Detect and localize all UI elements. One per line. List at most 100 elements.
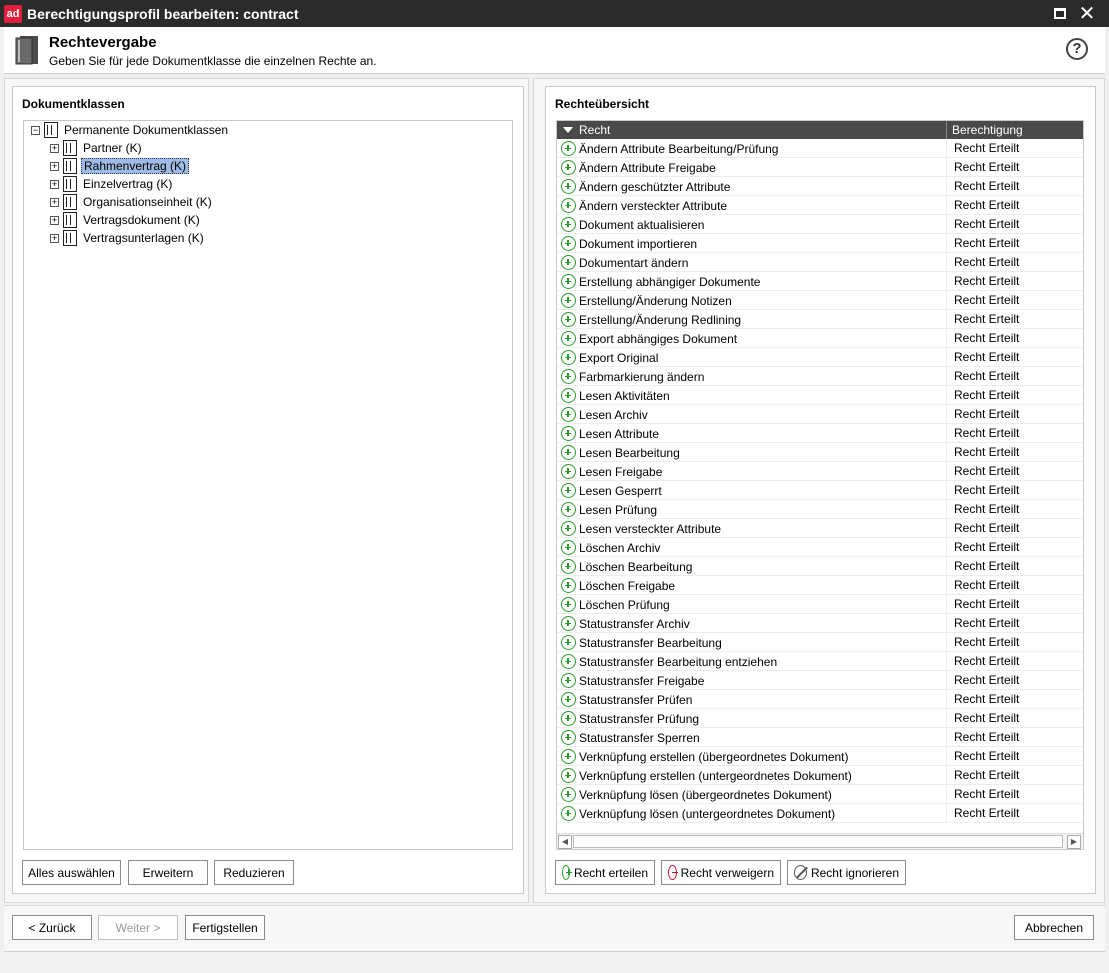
recht-cell[interactable]: Löschen Freigabe: [557, 576, 946, 595]
tree-item-vertragsunterlagen[interactable]: + Vertragsunterlagen (K): [50, 229, 206, 247]
berechtigung-cell[interactable]: Recht Erteilt: [946, 785, 1083, 804]
recht-cell[interactable]: Statustransfer Sperren: [557, 728, 946, 747]
recht-cell[interactable]: Statustransfer Bearbeitung entziehen: [557, 652, 946, 671]
table-row[interactable]: Export Original Recht Erteilt: [557, 348, 1083, 367]
table-row[interactable]: Lesen Bearbeitung Recht Erteilt: [557, 443, 1083, 462]
berechtigung-cell[interactable]: Recht Erteilt: [946, 538, 1083, 557]
table-row[interactable]: Erstellung abhängiger Dokumente Recht Ert…: [557, 272, 1083, 291]
expand-icon[interactable]: +: [50, 197, 59, 207]
recht-cell[interactable]: Dokumentart ändern: [557, 253, 946, 272]
recht-cell[interactable]: Verknüpfung erstellen (übergeordnetes Do…: [557, 747, 946, 766]
recht-cell[interactable]: Lesen Bearbeitung: [557, 443, 946, 462]
berechtigung-cell[interactable]: Recht Erteilt: [946, 462, 1083, 481]
berechtigung-cell[interactable]: Recht Erteilt: [946, 272, 1083, 291]
recht-cell[interactable]: Statustransfer Prüfung: [557, 709, 946, 728]
table-row[interactable]: Verknüpfung erstellen (untergeordnetes D…: [557, 766, 1083, 785]
table-row[interactable]: Farbmarkierung ändern Recht Erteilt: [557, 367, 1083, 386]
berechtigung-cell[interactable]: Recht Erteilt: [946, 367, 1083, 386]
table-row[interactable]: Lesen Attribute Recht Erteilt: [557, 424, 1083, 443]
recht-cell[interactable]: Farbmarkierung ändern: [557, 367, 946, 386]
berechtigung-cell[interactable]: Recht Erteilt: [946, 310, 1083, 329]
recht-cell[interactable]: Verknüpfung erstellen (untergeordnetes D…: [557, 766, 946, 785]
reduce-button[interactable]: Reduzieren: [214, 860, 294, 885]
close-button[interactable]: ✕: [1077, 4, 1097, 24]
tree-root[interactable]: − Permanente Dokumentklassen: [31, 121, 230, 139]
table-row[interactable]: Lesen Archiv Recht Erteilt: [557, 405, 1083, 424]
table-row[interactable]: Verknüpfung lösen (untergeordnetes Dokum…: [557, 804, 1083, 823]
recht-cell[interactable]: Dokument importieren: [557, 234, 946, 253]
recht-cell[interactable]: Lesen Freigabe: [557, 462, 946, 481]
deny-right-button[interactable]: Recht verweigern: [661, 860, 781, 885]
grant-right-button[interactable]: Recht erteilen: [555, 860, 655, 885]
table-row[interactable]: Statustransfer Prüfung Recht Erteilt: [557, 709, 1083, 728]
berechtigung-cell[interactable]: Recht Erteilt: [946, 481, 1083, 500]
column-header-recht[interactable]: Recht: [557, 121, 946, 139]
berechtigung-cell[interactable]: Recht Erteilt: [946, 576, 1083, 595]
recht-cell[interactable]: Dokument aktualisieren: [557, 215, 946, 234]
recht-cell[interactable]: Export abhängiges Dokument: [557, 329, 946, 348]
document-class-tree[interactable]: − Permanente Dokumentklassen + Partner (…: [23, 120, 513, 850]
berechtigung-cell[interactable]: Recht Erteilt: [946, 177, 1083, 196]
table-row[interactable]: Statustransfer Bearbeitung entziehen Rech…: [557, 652, 1083, 671]
berechtigung-cell[interactable]: Recht Erteilt: [946, 405, 1083, 424]
berechtigung-cell[interactable]: Recht Erteilt: [946, 291, 1083, 310]
table-row[interactable]: Ändern Attribute Bearbeitung/Prüfung Rech…: [557, 139, 1083, 158]
recht-cell[interactable]: Löschen Archiv: [557, 538, 946, 557]
recht-cell[interactable]: Ändern Attribute Freigabe: [557, 158, 946, 177]
berechtigung-cell[interactable]: Recht Erteilt: [946, 519, 1083, 538]
recht-cell[interactable]: Erstellung/Änderung Redlining: [557, 310, 946, 329]
expand-button[interactable]: Erweitern: [128, 860, 208, 885]
scroll-thumb[interactable]: [573, 835, 1063, 848]
table-row[interactable]: Ändern Attribute Freigabe Recht Erteilt: [557, 158, 1083, 177]
tree-item-organisationseinheit[interactable]: + Organisationseinheit (K): [50, 193, 214, 211]
berechtigung-cell[interactable]: Recht Erteilt: [946, 633, 1083, 652]
table-row[interactable]: Erstellung/Änderung Redlining Recht Ertei…: [557, 310, 1083, 329]
table-row[interactable]: Ändern geschützter Attribute Recht Erteil…: [557, 177, 1083, 196]
table-row[interactable]: Verknüpfung erstellen (übergeordnetes Do…: [557, 747, 1083, 766]
berechtigung-cell[interactable]: Recht Erteilt: [946, 158, 1083, 177]
tree-item-vertragsdokument[interactable]: + Vertragsdokument (K): [50, 211, 202, 229]
table-row[interactable]: Statustransfer Freigabe Recht Erteilt: [557, 671, 1083, 690]
recht-cell[interactable]: Lesen Prüfung: [557, 500, 946, 519]
back-button[interactable]: < Zurück: [12, 915, 92, 940]
table-row[interactable]: Löschen Freigabe Recht Erteilt: [557, 576, 1083, 595]
scroll-left-icon[interactable]: ◀: [558, 835, 572, 849]
berechtigung-cell[interactable]: Recht Erteilt: [946, 500, 1083, 519]
recht-cell[interactable]: Ändern versteckter Attribute: [557, 196, 946, 215]
recht-cell[interactable]: Erstellung/Änderung Notizen: [557, 291, 946, 310]
berechtigung-cell[interactable]: Recht Erteilt: [946, 329, 1083, 348]
recht-cell[interactable]: Löschen Bearbeitung: [557, 557, 946, 576]
berechtigung-cell[interactable]: Recht Erteilt: [946, 139, 1083, 158]
berechtigung-cell[interactable]: Recht Erteilt: [946, 557, 1083, 576]
expand-icon[interactable]: +: [50, 179, 59, 189]
cancel-button[interactable]: Abbrechen: [1014, 915, 1094, 940]
recht-cell[interactable]: Statustransfer Freigabe: [557, 671, 946, 690]
help-icon[interactable]: ?: [1066, 38, 1088, 60]
table-row[interactable]: Statustransfer Sperren Recht Erteilt: [557, 728, 1083, 747]
berechtigung-cell[interactable]: Recht Erteilt: [946, 690, 1083, 709]
berechtigung-cell[interactable]: Recht Erteilt: [946, 215, 1083, 234]
recht-cell[interactable]: Statustransfer Bearbeitung: [557, 633, 946, 652]
table-row[interactable]: Erstellung/Änderung Notizen Recht Erteilt: [557, 291, 1083, 310]
berechtigung-cell[interactable]: Recht Erteilt: [946, 728, 1083, 747]
table-row[interactable]: Dokument aktualisieren Recht Erteilt: [557, 215, 1083, 234]
table-row[interactable]: Statustransfer Bearbeitung Recht Erteilt: [557, 633, 1083, 652]
berechtigung-cell[interactable]: Recht Erteilt: [946, 671, 1083, 690]
berechtigung-cell[interactable]: Recht Erteilt: [946, 804, 1083, 823]
recht-cell[interactable]: Lesen Archiv: [557, 405, 946, 424]
tree-item-rahmenvertrag[interactable]: + Rahmenvertrag (K): [50, 157, 190, 175]
recht-cell[interactable]: Lesen versteckter Attribute: [557, 519, 946, 538]
table-row[interactable]: Löschen Bearbeitung Recht Erteilt: [557, 557, 1083, 576]
berechtigung-cell[interactable]: Recht Erteilt: [946, 766, 1083, 785]
expand-icon[interactable]: +: [50, 143, 59, 153]
table-row[interactable]: Löschen Archiv Recht Erteilt: [557, 538, 1083, 557]
berechtigung-cell[interactable]: Recht Erteilt: [946, 652, 1083, 671]
select-all-button[interactable]: Alles auswählen: [22, 860, 121, 885]
berechtigung-cell[interactable]: Recht Erteilt: [946, 234, 1083, 253]
tree-item-partner[interactable]: + Partner (K): [50, 139, 144, 157]
berechtigung-cell[interactable]: Recht Erteilt: [946, 424, 1083, 443]
tree-item-einzelvertrag[interactable]: + Einzelvertrag (K): [50, 175, 174, 193]
expand-icon[interactable]: +: [50, 215, 59, 225]
berechtigung-cell[interactable]: Recht Erteilt: [946, 253, 1083, 272]
recht-cell[interactable]: Statustransfer Prüfen: [557, 690, 946, 709]
